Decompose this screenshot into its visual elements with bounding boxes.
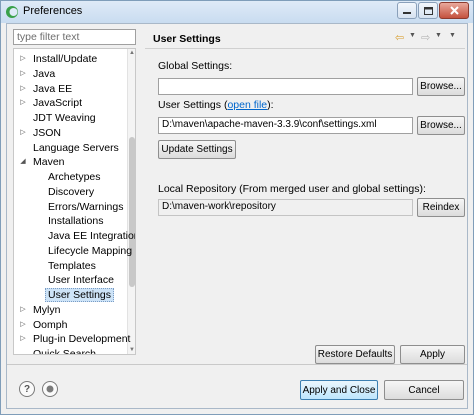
preferences-window: Preferences ▲ ▼ ▷ Install/Update ▷ Java ▷ Jav… (0, 0, 474, 415)
tree-item-label: Java EE Integration (48, 230, 136, 242)
tree-collapsed-icon[interactable]: ▷ (19, 126, 27, 140)
panel-header: User Settings ⇦ ▼ ⇨ ▼ ▼ (145, 27, 465, 49)
apply-and-close-button[interactable]: Apply and Close (300, 380, 378, 400)
tree-item-label: Oomph (33, 318, 68, 331)
minimize-icon (403, 11, 411, 14)
back-dropdown-icon[interactable]: ▼ (409, 32, 416, 39)
scroll-up-icon[interactable]: ▲ (128, 49, 135, 57)
tree-item-label: JavaScript (33, 97, 83, 110)
tree-item-label: Plug-in Development (33, 333, 131, 346)
tree-item[interactable]: ◢ Maven (14, 155, 128, 169)
tree-item-label: Install/Update (33, 53, 98, 65)
user-settings-label-start: User Settings ( (158, 99, 228, 111)
tree-item-label: Mylyn (33, 303, 61, 316)
global-settings-label: Global Settings: (158, 60, 233, 72)
tree-item[interactable]: Templates (14, 259, 128, 273)
tree-collapsed-icon[interactable]: ▷ (19, 82, 27, 96)
reindex-button[interactable]: Reindex (417, 198, 465, 217)
import-export-icon[interactable] (42, 381, 58, 397)
preferences-tree[interactable]: ▲ ▼ ▷ Install/Update ▷ Java ▷ Java EE ▷ JavaScr… (13, 48, 136, 355)
view-menu-icon[interactable]: ▼ (449, 32, 456, 39)
splitter-sash[interactable] (141, 24, 144, 362)
tree-collapsed-icon[interactable]: ▷ (19, 96, 27, 110)
forward-dropdown-icon[interactable]: ▼ (435, 32, 442, 39)
maximize-icon (423, 6, 433, 15)
close-icon (449, 6, 459, 15)
restore-defaults-button[interactable]: Restore Defaults (315, 345, 395, 364)
filter-input[interactable] (13, 29, 136, 45)
tree-item[interactable]: ▷ JSON (14, 126, 128, 140)
tree-item[interactable]: Installations (14, 214, 128, 228)
tree-item[interactable]: ▷ Install/Update (14, 52, 128, 66)
update-settings-button[interactable]: Update Settings (158, 140, 236, 159)
title-bar[interactable]: Preferences (1, 1, 473, 23)
eclipse-app-icon (6, 6, 18, 18)
user-settings-field[interactable]: D:\maven\apache-maven-3.3.9\conf\setting… (158, 117, 413, 134)
user-browse-button[interactable]: Browse... (417, 116, 465, 135)
tree-item-label: Installations (48, 215, 104, 228)
import-export-glyph (46, 385, 54, 393)
tree-item[interactable]: Language Servers (14, 141, 128, 155)
tree-collapsed-icon[interactable]: ▷ (19, 332, 27, 346)
open-file-link[interactable]: open file (227, 99, 267, 111)
footer-separator (7, 364, 467, 365)
apply-button[interactable]: Apply (400, 345, 465, 364)
tree-item-label: Lifecycle Mapping (48, 244, 133, 257)
minimize-button[interactable] (397, 2, 417, 19)
tree-item[interactable]: ▷ Plug-in Development (14, 332, 131, 346)
tree-item-label: Java EE (33, 82, 73, 95)
tree-expanded-icon[interactable]: ◢ (19, 155, 27, 169)
local-repository-field: D:\maven-work\repository (158, 199, 413, 216)
tree-item[interactable]: Java EE Integration (14, 229, 135, 243)
user-settings-label: User Settings (open file): (158, 99, 274, 111)
tree-collapsed-icon[interactable]: ▷ (19, 318, 27, 332)
scroll-down-icon[interactable]: ▼ (128, 346, 135, 354)
user-settings-label-end: ): (267, 99, 274, 111)
tree-item[interactable]: ▷ Java (14, 67, 128, 81)
cancel-button[interactable]: Cancel (384, 380, 464, 400)
panel-nav-toolbar: ⇦ ▼ ⇨ ▼ ▼ (395, 31, 463, 45)
dialog-client-area: ▲ ▼ ▷ Install/Update ▷ Java ▷ Java EE ▷ JavaScr… (6, 23, 468, 409)
local-repository-label: Local Repository (From merged user and g… (158, 183, 426, 195)
tree-item-label: User Interface (48, 274, 114, 287)
forward-arrow-icon[interactable]: ⇨ (421, 31, 430, 44)
tree-item-label: Templates (48, 259, 96, 272)
window-title: Preferences (23, 5, 83, 17)
tree-item[interactable]: ▷ Mylyn (14, 303, 128, 317)
close-button[interactable] (439, 2, 469, 19)
global-settings-field[interactable] (158, 78, 413, 95)
global-browse-button[interactable]: Browse... (417, 77, 465, 96)
tree-item-label: JDT Weaving (33, 112, 96, 124)
tree-item-label: User Settings (45, 288, 115, 302)
tree-item-label: Discovery (48, 185, 95, 198)
scrollbar-thumb[interactable] (129, 137, 135, 287)
tree-item-label: Errors/Warnings (48, 200, 124, 213)
back-arrow-icon[interactable]: ⇦ (395, 31, 404, 44)
tree-item[interactable]: Discovery (14, 185, 128, 199)
tree-item[interactable]: ▷ Java EE (14, 82, 128, 96)
panel-title: User Settings (153, 33, 221, 45)
tree-item[interactable]: User Settings (14, 288, 128, 302)
help-icon[interactable]: ? (19, 381, 35, 397)
tree-item[interactable]: ▷ JavaScript (14, 96, 128, 110)
tree-item[interactable]: JDT Weaving (14, 111, 128, 125)
tree-collapsed-icon[interactable]: ▷ (19, 52, 27, 66)
tree-collapsed-icon[interactable]: ▷ (19, 67, 27, 81)
tree-item[interactable]: User Interface (14, 273, 128, 287)
tree-item-label: Maven (33, 156, 65, 169)
tree-item-label: Java (33, 67, 56, 80)
tree-item-label: Language Servers (33, 141, 119, 154)
maximize-button[interactable] (418, 2, 438, 19)
tree-collapsed-icon[interactable]: ▷ (19, 303, 27, 317)
tree-item-label: JSON (33, 126, 62, 139)
tree-item[interactable]: Lifecycle Mapping (14, 244, 132, 258)
tree-item[interactable]: ▷ Oomph (14, 318, 128, 332)
tree-item-label: Quick Search (33, 348, 97, 355)
tree-item-label: Archetypes (48, 171, 101, 183)
tree-item[interactable]: Errors/Warnings (14, 200, 128, 214)
tree-item[interactable]: Quick Search (14, 347, 128, 355)
tree-scrollbar[interactable]: ▲ ▼ (127, 49, 135, 354)
tree-item[interactable]: Archetypes (14, 170, 128, 184)
